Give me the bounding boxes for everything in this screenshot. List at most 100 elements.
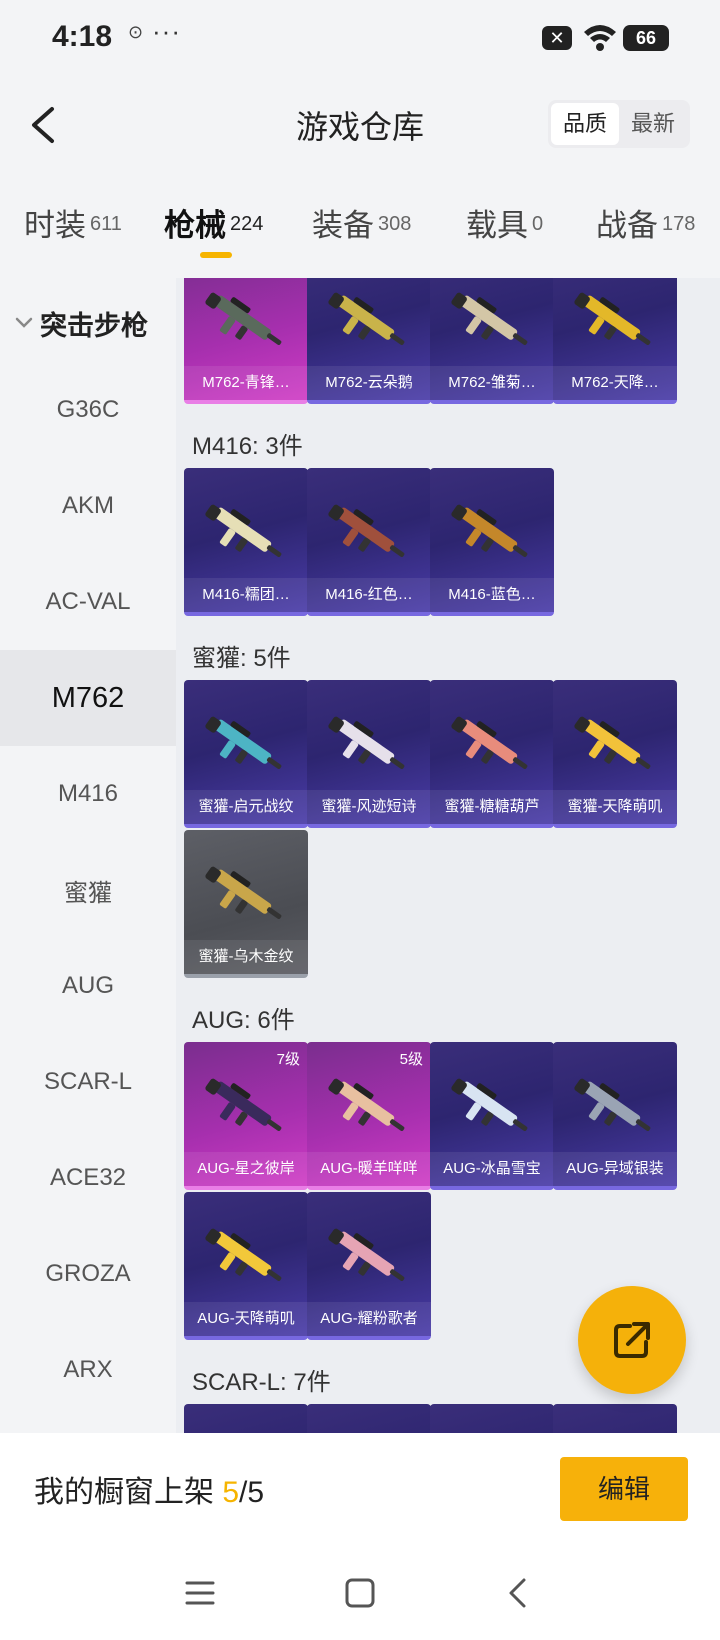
tab-guns[interactable]: 枪械 224	[164, 200, 263, 245]
weapon-card[interactable]	[553, 1404, 677, 1433]
weapon-card-name: M762-雏菊…	[430, 366, 554, 400]
weapon-card[interactable]: 蜜獾-启元战纹	[184, 680, 308, 828]
system-nav-bar	[0, 1543, 720, 1640]
sidebar-item-aug[interactable]: AUG	[0, 938, 176, 1034]
tab-count: 178	[662, 213, 696, 235]
showcase-current: 5	[222, 1476, 240, 1509]
status-time: 4:18	[52, 20, 113, 53]
weapon-card-name: AUG-天降萌叽	[184, 1302, 308, 1336]
weapon-card-name: M416-蓝色…	[430, 578, 554, 612]
weapon-skin-image	[328, 504, 405, 557]
sort-quality-button[interactable]: 品质	[551, 103, 619, 145]
weapon-skin-image	[574, 292, 651, 345]
weapon-card[interactable]: M416-红色…	[307, 468, 431, 616]
sidebar-item--[interactable]: 蜜獾	[0, 842, 176, 938]
sidebar-item-ace32[interactable]: ACE32	[0, 1130, 176, 1226]
sidebar-group-assault-rifles[interactable]: 突击步枪	[0, 288, 176, 358]
section-title: 蜜獾: 5件	[192, 645, 291, 672]
weapon-skin-image	[451, 504, 528, 557]
sidebar-item-m762[interactable]: M762	[0, 650, 176, 746]
tab-count: 0	[532, 213, 544, 235]
weapon-skin-image	[574, 1078, 651, 1131]
weapon-card-name: M762-云朵鹅	[307, 366, 431, 400]
tab-equipment[interactable]: 装备 308	[312, 200, 411, 245]
sidebar-item-ac-val[interactable]: AC-VAL	[0, 554, 176, 650]
weapon-skin-image	[451, 1078, 528, 1131]
menu-icon	[185, 1581, 215, 1605]
tab-supplies[interactable]: 战备 178	[596, 200, 695, 245]
sidebar-item-akm[interactable]: AKM	[0, 458, 176, 554]
sidebar-item-arx[interactable]: ARX	[0, 1322, 176, 1418]
more-notifications-icon: ···	[152, 16, 181, 46]
weapon-skin-image	[205, 1228, 282, 1281]
weapon-card-name: AUG-星之彼岸	[184, 1152, 308, 1186]
weapon-card[interactable]: M416-蓝色…	[430, 468, 554, 616]
tab-vehicles[interactable]: 载具 0	[466, 200, 543, 245]
weapon-skin-image	[328, 716, 405, 769]
weapon-card-name: AUG-异域银装	[553, 1152, 677, 1186]
wifi-icon	[584, 25, 616, 51]
chevron-down-icon	[15, 317, 33, 328]
weapon-grid: M762-青锋… M762-云朵鹅 M762-雏菊… M762-天降… M416…	[176, 278, 720, 1433]
weapon-card[interactable]: AUG-冰晶雪宝	[430, 1042, 554, 1190]
weapon-card[interactable]	[307, 1404, 431, 1433]
weapon-card[interactable]: AUG-异域银装	[553, 1042, 677, 1190]
chevron-left-icon	[32, 107, 54, 143]
tab-count: 611	[90, 213, 122, 235]
sidebar-item-m416[interactable]: M416	[0, 746, 176, 842]
category-tabs: 时装 611 枪械 224 装备 308 载具 0 战备 178	[0, 190, 720, 270]
weapon-card[interactable]: M416-糯团…	[184, 468, 308, 616]
weapon-skin-image	[205, 292, 282, 345]
system-back-button[interactable]	[498, 1573, 538, 1613]
sidebar-item-groza[interactable]: GROZA	[0, 1226, 176, 1322]
section-title: M416: 3件	[192, 433, 303, 460]
share-icon	[614, 1322, 650, 1358]
showcase-status: 我的橱窗上架 5/5	[34, 1467, 264, 1511]
weapon-skin-image	[205, 866, 282, 919]
weapon-card-name: AUG-耀粉歌者	[307, 1302, 431, 1336]
weapon-card[interactable]	[430, 1404, 554, 1433]
sort-newest-button[interactable]: 最新	[619, 103, 687, 145]
tab-label: 枪械	[164, 208, 226, 243]
tab-skins[interactable]: 时装 611	[24, 200, 122, 245]
tab-label: 时装	[24, 208, 86, 243]
showcase-bar: 我的橱窗上架 5/5 编辑	[0, 1433, 720, 1543]
weapon-skin-image	[205, 1078, 282, 1131]
weapon-sidebar: 突击步枪 G36C AKM AC-VAL M762 M416 蜜獾 AUG SCAR-L ACE…	[0, 278, 176, 1433]
weapon-card-name: 蜜獾-风迹短诗	[307, 790, 431, 824]
share-button[interactable]	[578, 1286, 686, 1394]
sidebar-item-scar-l[interactable]: SCAR-L	[0, 1034, 176, 1130]
weapon-card[interactable]: M762-云朵鹅	[307, 278, 431, 404]
weapon-card[interactable]: M762-天降…	[553, 278, 677, 404]
weapon-card[interactable]: 蜜獾-乌木金纹	[184, 830, 308, 978]
weapon-card[interactable]: 蜜獾-风迹短诗	[307, 680, 431, 828]
section-title: SCAR-L: 7件	[192, 1369, 331, 1396]
weapon-card-name: 蜜獾-糖糖葫芦	[430, 790, 554, 824]
weapon-card-name: 蜜獾-天降萌叽	[553, 790, 677, 824]
weapon-card[interactable]: AUG-天降萌叽	[184, 1192, 308, 1340]
weapon-card[interactable]: M762-雏菊…	[430, 278, 554, 404]
square-home-icon	[345, 1578, 375, 1608]
weapon-card[interactable]: AUG-耀粉歌者	[307, 1192, 431, 1340]
weapon-card[interactable]	[184, 1404, 308, 1433]
tab-count: 224	[230, 213, 264, 235]
weapon-skin-image	[328, 1078, 405, 1131]
home-button[interactable]	[340, 1573, 380, 1613]
weapon-card[interactable]: 蜜獾-天降萌叽	[553, 680, 677, 828]
x-badge-icon: ✕	[542, 26, 572, 50]
sort-toggle: 品质 最新	[548, 100, 690, 148]
weapon-card[interactable]: 蜜獾-糖糖葫芦	[430, 680, 554, 828]
sidebar-item-g36c[interactable]: G36C	[0, 362, 176, 458]
sidebar-group-label: 突击步枪	[40, 310, 148, 341]
back-button[interactable]	[18, 100, 68, 150]
weapon-card[interactable]: M762-青锋…	[184, 278, 308, 404]
tab-count: 308	[378, 213, 412, 235]
edit-button[interactable]: 编辑	[560, 1457, 688, 1521]
header: 游戏仓库 品质 最新	[0, 80, 720, 170]
chevron-left-icon	[509, 1578, 526, 1608]
menu-button[interactable]	[180, 1573, 220, 1613]
tab-label: 战备	[596, 208, 658, 243]
lock-icon: ⊙	[128, 22, 144, 42]
weapon-card[interactable]: 7级 AUG-星之彼岸	[184, 1042, 308, 1190]
weapon-card[interactable]: 5级 AUG-暖羊咩咩	[307, 1042, 431, 1190]
